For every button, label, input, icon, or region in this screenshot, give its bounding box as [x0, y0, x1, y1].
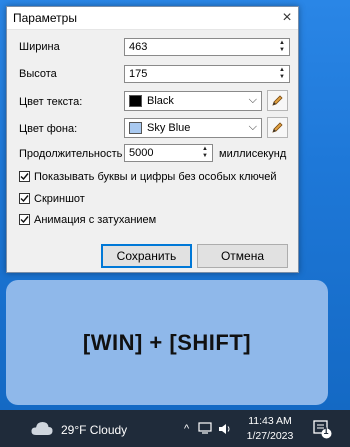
text-color-label: Цвет текста:	[19, 96, 83, 108]
text-color-edit-button[interactable]	[267, 90, 288, 111]
duration-input[interactable]: 5000 ▲ ▼	[124, 144, 213, 162]
checkbox-box[interactable]	[19, 193, 30, 204]
width-spinner-arrows[interactable]: ▲ ▼	[276, 40, 288, 54]
height-spinner-arrows[interactable]: ▲ ▼	[276, 67, 288, 81]
close-button[interactable]: ×	[276, 7, 298, 29]
text-color-swatch	[129, 95, 142, 107]
show-letters-label: Показывать буквы и цифры без особых ключ…	[34, 171, 277, 183]
clock[interactable]: 11:43 AM 1/27/2023	[244, 414, 296, 444]
pencil-icon	[272, 122, 283, 133]
close-icon: ×	[282, 9, 292, 26]
duration-value: 5000	[129, 147, 154, 159]
bg-color-edit-button[interactable]	[267, 117, 288, 138]
chevron-down-icon: ⌵	[248, 121, 257, 133]
text-color-select[interactable]: Black ⌵	[124, 91, 262, 111]
weather-widget[interactable]: 29°F Cloudy	[61, 423, 127, 437]
check-icon	[20, 216, 29, 224]
cloud-icon[interactable]	[30, 420, 54, 441]
check-icon	[20, 195, 29, 203]
fade-animation-checkbox[interactable]: Анимация с затуханием	[19, 214, 156, 226]
checkbox-box[interactable]	[19, 214, 30, 225]
notification-count: 1	[323, 426, 329, 436]
duration-label: Продолжительность	[19, 148, 123, 160]
width-label: Ширина	[19, 41, 60, 53]
height-label: Высота	[19, 68, 57, 80]
checkbox-box[interactable]	[19, 171, 30, 182]
check-icon	[20, 173, 29, 181]
save-button[interactable]: Сохранить	[101, 244, 192, 268]
title-bar: Параметры ×	[7, 7, 298, 30]
height-input[interactable]: 175 ▲ ▼	[124, 65, 290, 83]
key-display-overlay: [WIN] + [SHIFT]	[6, 280, 328, 405]
bg-color-swatch	[129, 122, 142, 134]
volume-icon[interactable]	[218, 423, 232, 438]
screenshot-checkbox[interactable]: Скриншот	[19, 193, 85, 205]
width-input[interactable]: 463 ▲ ▼	[124, 38, 290, 56]
dialog-title: Параметры	[13, 11, 77, 25]
key-combination-text: [WIN] + [SHIFT]	[82, 329, 252, 355]
width-value: 463	[129, 41, 148, 53]
duration-unit: миллисекунд	[219, 148, 287, 160]
network-icon[interactable]	[198, 422, 212, 437]
chevron-down-icon: ⌵	[248, 94, 257, 106]
duration-spinner-arrows[interactable]: ▲ ▼	[199, 146, 211, 160]
pencil-icon	[272, 95, 283, 106]
settings-dialog: Параметры × Ширина 463 ▲ ▼ Высота 175 ▲ ▼ …	[6, 6, 299, 273]
clock-date: 1/27/2023	[246, 430, 294, 442]
cancel-button[interactable]: Отмена	[197, 244, 288, 268]
text-color-value: Black	[147, 95, 174, 107]
bg-color-label: Цвет фона:	[19, 123, 78, 135]
screenshot-label: Скриншот	[34, 193, 85, 205]
notification-center-button[interactable]: 1	[312, 419, 332, 444]
clock-time: 11:43 AM	[248, 415, 292, 427]
taskbar: 29°F Cloudy ^ 11:43 AM 1/27/2023 1	[0, 410, 350, 447]
bg-color-select[interactable]: Sky Blue ⌵	[124, 118, 262, 138]
fade-animation-label: Анимация с затуханием	[34, 214, 157, 226]
height-value: 175	[129, 68, 148, 80]
bg-color-value: Sky Blue	[147, 122, 191, 134]
chevron-up-icon[interactable]: ^	[184, 423, 189, 435]
show-letters-checkbox[interactable]: Показывать буквы и цифры без особых ключ…	[19, 171, 277, 183]
notification-icon	[313, 420, 332, 439]
